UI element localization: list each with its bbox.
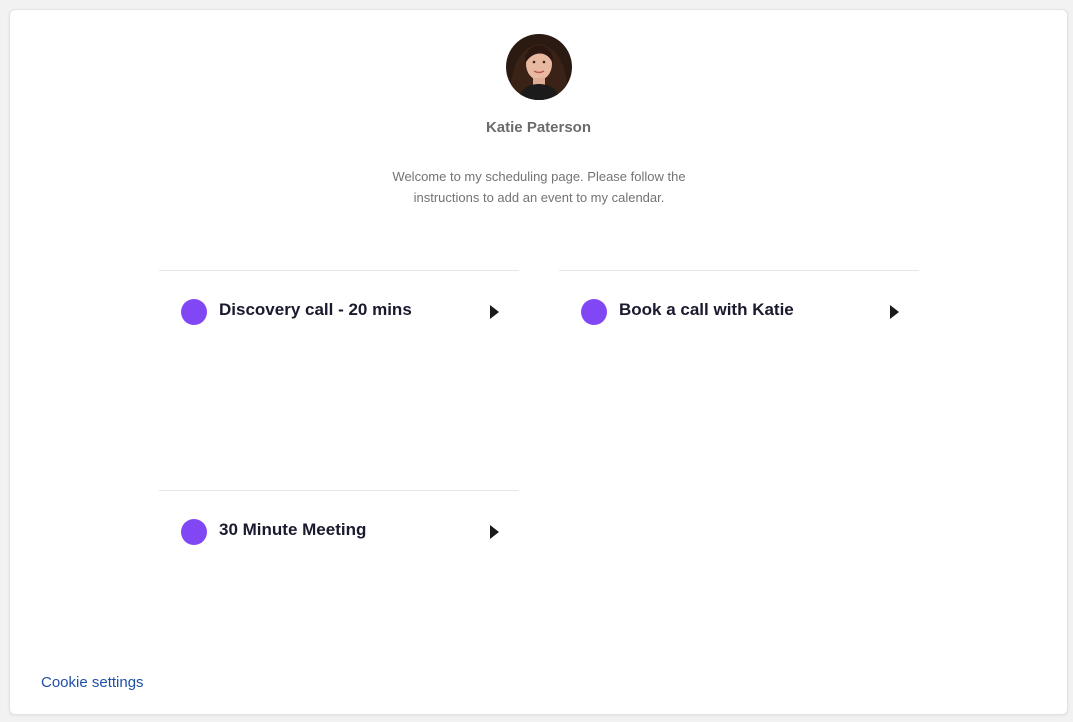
profile-photo [506, 34, 572, 100]
event-color-dot [181, 299, 207, 325]
owner-name: Katie Paterson [485, 119, 592, 136]
event-type-book-a-call[interactable]: Book a call with Katie [559, 270, 919, 491]
event-color-dot [181, 519, 207, 545]
event-title: Discovery call - 20 mins [219, 300, 412, 319]
cookie-settings-link[interactable]: Cookie settings [41, 674, 144, 691]
event-title: 30 Minute Meeting [219, 520, 367, 539]
event-title: Book a call with Katie [619, 300, 794, 319]
caret-right-icon [890, 305, 899, 319]
scheduling-page-card: Katie Paterson Welcome to my scheduling … [9, 9, 1068, 715]
caret-right-icon [490, 305, 499, 319]
avatar [506, 34, 572, 100]
event-type-30-minute-meeting[interactable]: 30 Minute Meeting [159, 490, 519, 711]
event-color-dot [581, 299, 607, 325]
caret-right-icon [490, 525, 499, 539]
event-type-discovery-call[interactable]: Discovery call - 20 mins [159, 270, 519, 491]
welcome-message: Welcome to my scheduling page. Please fo… [392, 169, 686, 205]
